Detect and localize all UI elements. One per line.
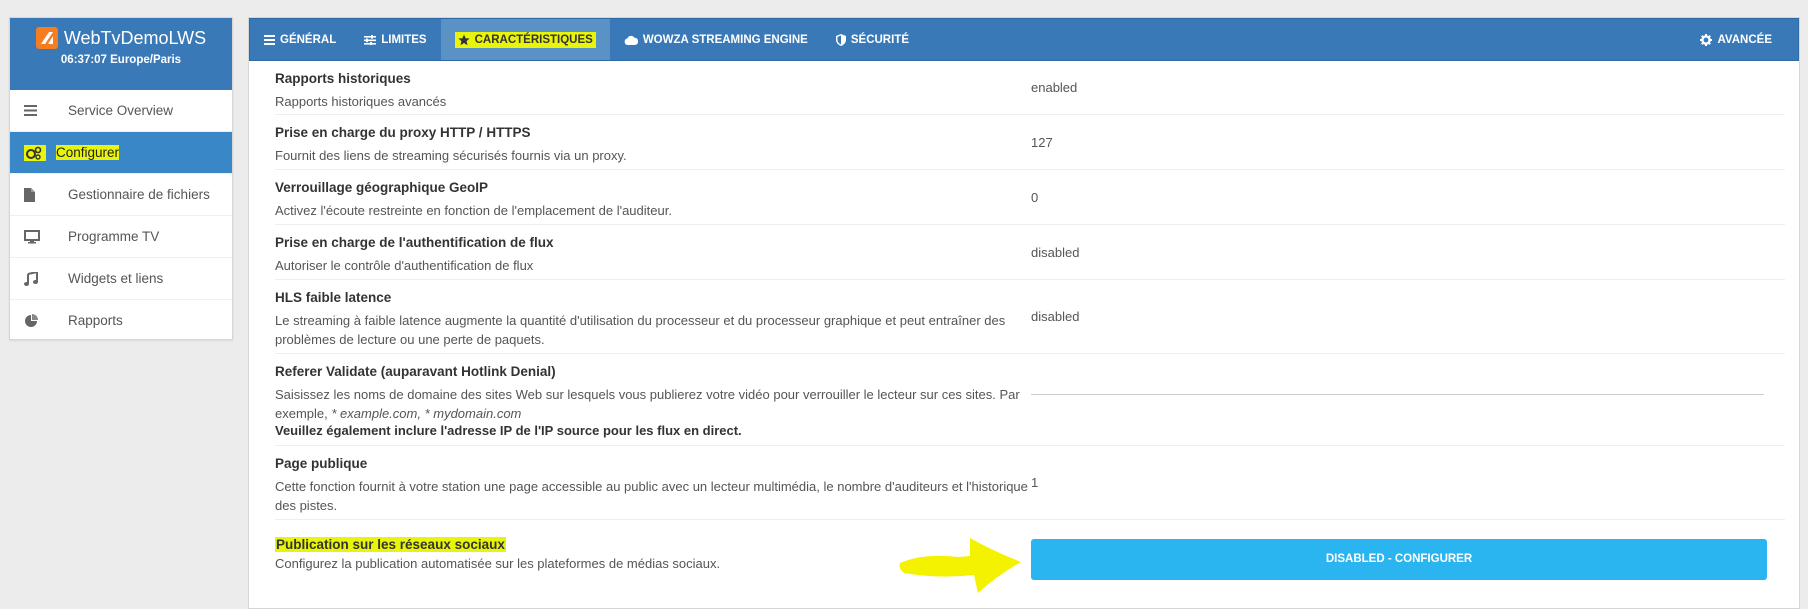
sidebar: WebTvDemoLWS 06:37:07 Europe/Paris Servi… [9, 17, 233, 340]
tab-wowza-streaming-engine[interactable]: WOWZA STREAMING ENGINE [610, 19, 822, 60]
tab-label: CARACTÉRISTIQUES [474, 33, 593, 46]
cloud-icon [624, 35, 638, 45]
referer-examples: * example.com, * mydomain.com [331, 406, 522, 421]
setting-value[interactable]: disabled [1031, 225, 1785, 279]
setting-desc: Autoriser le contrôle d'authentification… [275, 258, 534, 273]
setting-row-rapports-historiques: Rapports historiques Rapports historiques… [275, 61, 1785, 115]
setting-desc: Fournit des liens de streaming sécurisés… [275, 148, 627, 163]
sidebar-item-widgets-et-liens[interactable]: Widgets et liens [10, 258, 232, 300]
gear-icon [1700, 33, 1713, 46]
setting-value[interactable]: enabled [1031, 61, 1785, 114]
setting-value[interactable]: disabled [1031, 280, 1785, 353]
setting-value[interactable]: 127 [1031, 115, 1785, 169]
tab-label: LIMITES [381, 33, 427, 46]
tab-label: AVANCÉE [1717, 33, 1772, 46]
sidebar-header: WebTvDemoLWS 06:37:07 Europe/Paris [10, 18, 232, 90]
setting-row-page-publique: Page publique Cette fonction fournit à vo… [275, 446, 1785, 520]
setting-row-referer-validate: Referer Validate (auparavant Hotlink Den… [275, 354, 1785, 446]
sidebar-item-label: Widgets et liens [68, 271, 164, 286]
tab-general[interactable]: GÉNÉRAL [250, 19, 350, 60]
setting-desc: Cette fonction fournit à votre station u… [275, 479, 1028, 513]
monitor-icon [24, 229, 46, 245]
pie-chart-icon [24, 313, 46, 329]
setting-title: HLS faible latence [275, 290, 392, 305]
tab-limites[interactable]: LIMITES [350, 19, 440, 60]
setting-title: Verrouillage géographique GeoIP [275, 180, 489, 195]
brand[interactable]: WebTvDemoLWS [10, 18, 232, 49]
menu-icon [24, 103, 46, 119]
setting-desc: Activez l'écoute restreinte en fonction … [275, 203, 672, 218]
setting-desc: Saisissez les noms de domaine des sites … [275, 385, 1031, 423]
social-configure-button[interactable]: DISABLED - CONFIGURER [1031, 538, 1767, 580]
sidebar-item-programme-tv[interactable]: Programme TV [10, 216, 232, 258]
referer-input[interactable] [1031, 372, 1764, 395]
sidebar-item-service-overview[interactable]: Service Overview [10, 90, 232, 132]
shield-icon [835, 33, 846, 46]
sidebar-item-rapports[interactable]: Rapports [10, 300, 232, 341]
annotation-arrow-icon [899, 538, 1021, 593]
setting-value[interactable]: 1 [1031, 446, 1785, 519]
settings-list: Rapports historiques Rapports historiques… [249, 61, 1799, 588]
music-icon [24, 271, 46, 287]
main-panel: GÉNÉRAL LIMITES CARACTÉRISTIQUES WOWZA S… [248, 17, 1800, 609]
tab-securite[interactable]: SÉCURITÉ [822, 19, 923, 60]
setting-row-geoip: Verrouillage géographique GeoIP Activez l… [275, 170, 1785, 225]
sidebar-item-label: Gestionnaire de fichiers [68, 187, 210, 202]
setting-title: Referer Validate (auparavant Hotlink Den… [275, 364, 556, 379]
tab-highlight: CARACTÉRISTIQUES [454, 31, 596, 48]
tab-label: GÉNÉRAL [280, 33, 337, 46]
logo-icon [35, 27, 58, 49]
server-time: 06:37:07 Europe/Paris [60, 54, 182, 66]
setting-title: Prise en charge de l'authentification de… [275, 235, 554, 250]
setting-title: Prise en charge du proxy HTTP / HTTPS [275, 125, 531, 140]
setting-row-hls-latence: HLS faible latence Le streaming à faible … [275, 280, 1785, 354]
setting-desc: Le streaming à faible latence augmente l… [275, 313, 1006, 347]
sidebar-item-label: Programme TV [68, 229, 160, 244]
sliders-icon [364, 34, 377, 45]
tab-bar: GÉNÉRAL LIMITES CARACTÉRISTIQUES WOWZA S… [249, 18, 1799, 61]
setting-row-auth-flux: Prise en charge de l'authentification de… [275, 225, 1785, 280]
sidebar-item-configurer[interactable]: Configurer [10, 132, 232, 174]
setting-title: Publication sur les réseaux sociaux [275, 537, 506, 552]
setting-desc: Rapports historiques avancés [275, 94, 447, 109]
setting-title: Page publique [275, 456, 368, 471]
tab-avancee[interactable]: AVANCÉE [1686, 19, 1798, 60]
file-icon [24, 187, 46, 203]
star-icon [458, 34, 470, 46]
sidebar-item-gestionnaire-de-fichiers[interactable]: Gestionnaire de fichiers [10, 174, 232, 216]
app-name: WebTvDemoLWS [63, 27, 207, 48]
tab-caracteristiques[interactable]: CARACTÉRISTIQUES [440, 19, 610, 60]
cogs-icon [24, 144, 46, 161]
sidebar-item-label: Configurer [56, 145, 120, 160]
tab-label: SÉCURITÉ [850, 33, 910, 46]
sidebar-item-label: Service Overview [68, 103, 174, 118]
sidebar-item-label: Rapports [68, 313, 123, 328]
setting-row-proxy: Prise en charge du proxy HTTP / HTTPS Fou… [275, 115, 1785, 170]
menu-icon [264, 34, 275, 45]
setting-row-social: Publication sur les réseaux sociaux Conf… [275, 520, 1785, 588]
setting-value[interactable]: 0 [1031, 170, 1785, 224]
referer-note: Veuillez également inclure l'adresse IP … [275, 423, 742, 438]
tab-label: WOWZA STREAMING ENGINE [642, 33, 808, 46]
setting-title: Rapports historiques [275, 71, 411, 86]
